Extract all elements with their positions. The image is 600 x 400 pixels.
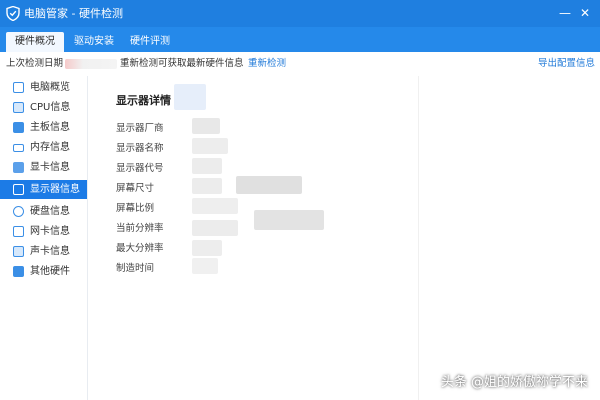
sidebar-item-label: 硬盘信息 bbox=[30, 206, 70, 217]
recheck-hint: 重新检测可获取最新硬件信息 bbox=[120, 58, 244, 69]
sidebar-item-sound[interactable]: 声卡信息 bbox=[0, 242, 87, 261]
tab-hardware-benchmark[interactable]: 硬件评测 bbox=[126, 32, 174, 52]
memory-icon bbox=[13, 144, 24, 152]
field-label-vendor: 显示器厂商 bbox=[116, 123, 164, 134]
monitor-icon bbox=[13, 82, 24, 93]
sidebar-item-label: 网卡信息 bbox=[30, 226, 70, 237]
sidebar-item-label: 显示器信息 bbox=[30, 184, 80, 195]
sidebar-item-motherboard[interactable]: 主板信息 bbox=[0, 118, 87, 137]
redacted-value bbox=[236, 176, 302, 194]
title-bar: 电脑管家 - 硬件检测 — ✕ bbox=[0, 0, 600, 27]
sidebar: 电脑概览 CPU信息 主板信息 内存信息 显卡信息 显示器信息 硬盘信息 网卡信… bbox=[0, 76, 88, 400]
panel-divider bbox=[418, 76, 419, 400]
last-check-label: 上次检测日期 bbox=[6, 58, 64, 69]
tab-hardware-overview[interactable]: 硬件概况 bbox=[6, 32, 64, 52]
display-icon bbox=[13, 184, 24, 195]
shield-icon bbox=[6, 6, 20, 21]
redacted-value bbox=[192, 220, 238, 236]
redacted-value bbox=[192, 138, 228, 154]
redacted-value bbox=[192, 240, 222, 256]
redacted-value bbox=[192, 158, 222, 174]
close-button[interactable]: ✕ bbox=[576, 4, 594, 22]
redacted-value bbox=[192, 178, 222, 194]
section-title: 显示器详情 bbox=[116, 94, 171, 107]
redacted-value bbox=[174, 84, 206, 110]
export-config-link[interactable]: 导出配置信息 bbox=[538, 52, 595, 76]
watermark: 头条 @姐的娇傲祢学不来 bbox=[440, 375, 588, 390]
field-label-name: 显示器名称 bbox=[116, 143, 164, 154]
other-hardware-icon bbox=[13, 266, 24, 277]
motherboard-icon bbox=[13, 122, 24, 133]
sidebar-item-display[interactable]: 显示器信息 bbox=[0, 180, 87, 199]
disk-icon bbox=[13, 206, 24, 217]
redacted-value bbox=[192, 258, 218, 274]
network-icon bbox=[13, 226, 24, 237]
field-label-max-resolution: 最大分辨率 bbox=[116, 243, 164, 254]
sidebar-item-label: 电脑概览 bbox=[30, 82, 70, 93]
sidebar-item-network[interactable]: 网卡信息 bbox=[0, 222, 87, 241]
sidebar-item-label: 主板信息 bbox=[30, 122, 70, 133]
minimize-button[interactable]: — bbox=[556, 4, 574, 22]
sidebar-item-label: 声卡信息 bbox=[30, 246, 70, 257]
cpu-icon bbox=[13, 102, 24, 113]
sound-icon bbox=[13, 246, 24, 257]
sidebar-item-overview[interactable]: 电脑概览 bbox=[0, 78, 87, 97]
field-label-ratio: 屏幕比例 bbox=[116, 203, 155, 214]
sidebar-item-gpu[interactable]: 显卡信息 bbox=[0, 158, 87, 177]
field-label-size: 屏幕尺寸 bbox=[116, 183, 155, 194]
sidebar-item-label: 其他硬件 bbox=[30, 266, 70, 277]
sidebar-item-label: 显卡信息 bbox=[30, 162, 70, 173]
redacted-value bbox=[192, 118, 220, 134]
window-title: 电脑管家 - 硬件检测 bbox=[24, 7, 123, 20]
sidebar-item-label: CPU信息 bbox=[30, 102, 71, 113]
sidebar-item-cpu[interactable]: CPU信息 bbox=[0, 98, 87, 117]
redacted-value bbox=[192, 198, 238, 214]
field-label-current-resolution: 当前分辨率 bbox=[116, 223, 164, 234]
gpu-icon bbox=[13, 162, 24, 173]
info-bar: 上次检测日期 重新检测可获取最新硬件信息 重新检测 导出配置信息 bbox=[0, 52, 600, 76]
recheck-link[interactable]: 重新检测 bbox=[248, 52, 286, 76]
sidebar-item-memory[interactable]: 内存信息 bbox=[0, 138, 87, 157]
sidebar-item-disk[interactable]: 硬盘信息 bbox=[0, 202, 87, 221]
redacted-value bbox=[254, 210, 324, 230]
tab-driver-install[interactable]: 驱动安装 bbox=[70, 32, 118, 52]
last-check-date-redacted bbox=[65, 59, 117, 69]
tab-bar: 硬件概况 驱动安装 硬件评测 bbox=[0, 27, 600, 52]
display-detail-panel: 显示器详情 显示器厂商 显示器名称 显示器代号 屏幕尺寸 屏幕比例 当前分辨率 … bbox=[88, 76, 600, 400]
field-label-manufacture-date: 制造时间 bbox=[116, 263, 155, 274]
sidebar-item-label: 内存信息 bbox=[30, 142, 70, 153]
field-label-code: 显示器代号 bbox=[116, 163, 164, 174]
sidebar-item-other[interactable]: 其他硬件 bbox=[0, 262, 87, 281]
